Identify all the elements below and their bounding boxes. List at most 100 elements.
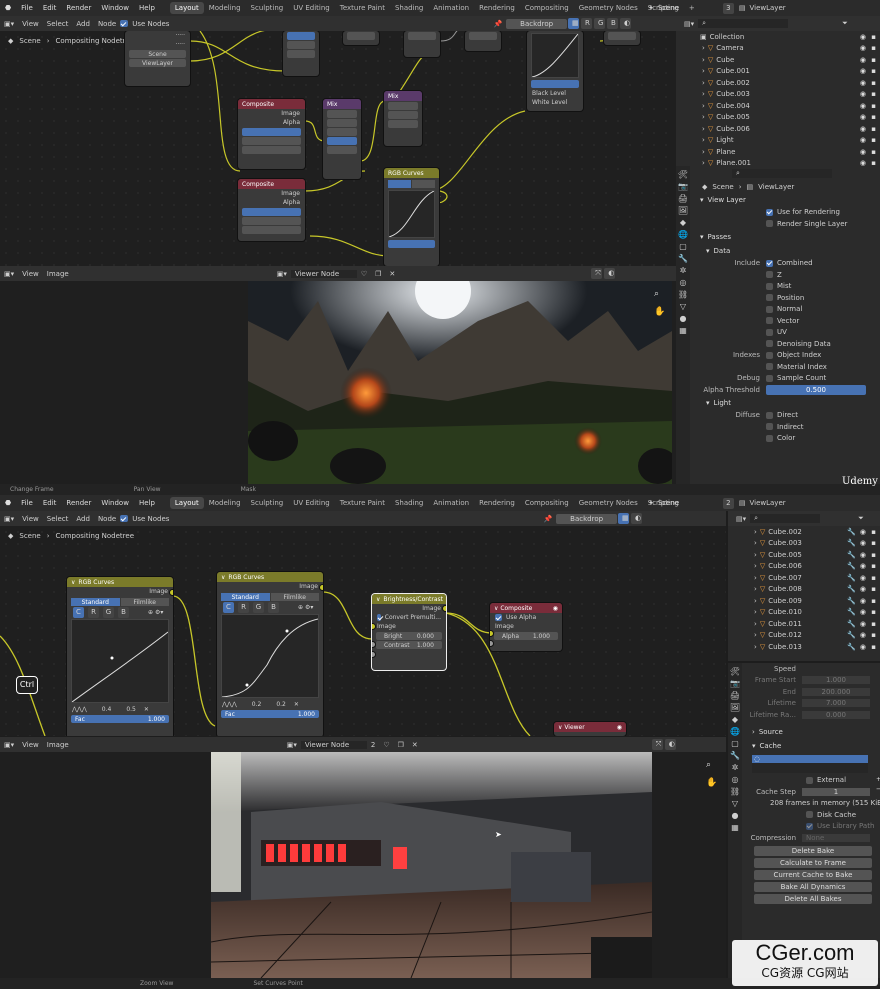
camera-icon[interactable]: ▪ bbox=[871, 574, 876, 582]
new-image-icon[interactable]: ❐ bbox=[371, 270, 385, 278]
backdrop-button[interactable]: Backdrop bbox=[506, 18, 568, 29]
eye-icon[interactable]: ◉ bbox=[860, 79, 866, 87]
mix-node-6[interactable]: Mix bbox=[323, 99, 361, 179]
channel-c[interactable]: C bbox=[223, 602, 234, 613]
channel-c[interactable]: C bbox=[73, 607, 84, 618]
delete-point-icon[interactable]: ✕ bbox=[144, 706, 149, 713]
outliner-row[interactable]: › ▽ Cube ◉ ▪ bbox=[676, 54, 880, 66]
eye-icon[interactable]: ◉ bbox=[860, 631, 866, 639]
channel-g[interactable]: G bbox=[103, 607, 114, 618]
eye-icon[interactable]: ◉ bbox=[860, 136, 866, 144]
physics-tab-icon[interactable]: ◎ bbox=[680, 278, 687, 287]
bright-socket[interactable] bbox=[372, 642, 375, 647]
eye-icon[interactable]: ◉ bbox=[860, 56, 866, 64]
mix-node-3[interactable] bbox=[404, 31, 440, 57]
menu-window[interactable]: Window bbox=[96, 4, 134, 12]
image-menu-image[interactable]: Image bbox=[43, 741, 73, 749]
include-checkbox[interactable] bbox=[766, 294, 773, 302]
tab-compositing[interactable]: Compositing bbox=[520, 2, 574, 14]
expand-chevron-icon[interactable]: › bbox=[702, 44, 705, 52]
curve-graph-2[interactable] bbox=[221, 614, 319, 698]
scene-name[interactable]: Scene bbox=[658, 499, 718, 507]
contrast-socket[interactable] bbox=[372, 652, 375, 657]
data-tab-icon[interactable]: ▽ bbox=[680, 302, 686, 311]
output-tab-icon[interactable]: 🖨 bbox=[730, 691, 740, 700]
tab-texture-paint[interactable]: Texture Paint bbox=[335, 2, 390, 14]
material-tab-icon[interactable]: ● bbox=[680, 314, 687, 323]
standard-button[interactable]: Standard bbox=[71, 598, 120, 606]
camera-icon[interactable]: ▪ bbox=[871, 56, 876, 64]
camera-icon[interactable]: ▪ bbox=[871, 620, 876, 628]
section-view-layer[interactable]: ▾ View Layer bbox=[692, 193, 880, 207]
tab-geometry-nodes[interactable]: Geometry Nodes bbox=[574, 497, 643, 509]
menu-render[interactable]: Render bbox=[61, 499, 96, 507]
expand-chevron-icon[interactable]: › bbox=[754, 597, 757, 605]
image-browse-icon[interactable]: ▣▾ bbox=[283, 741, 301, 749]
menu-file[interactable]: File bbox=[16, 4, 38, 12]
node-menu-view[interactable]: View bbox=[18, 515, 43, 523]
convert-premul-checkbox[interactable] bbox=[377, 614, 381, 621]
tab-uv-editing[interactable]: UV Editing bbox=[288, 2, 335, 14]
viewer-node-field[interactable]: Viewer Node bbox=[300, 740, 367, 749]
camera-icon[interactable]: ▪ bbox=[871, 67, 876, 75]
eye-icon[interactable]: ◉ bbox=[860, 643, 866, 651]
include-checkbox[interactable] bbox=[766, 282, 773, 290]
menu-window[interactable]: Window bbox=[96, 499, 134, 507]
rgb-curves-node-1[interactable]: ∨ RGB Curves Image Standard Filmlike C R G… bbox=[67, 577, 173, 736]
include-checkbox[interactable] bbox=[766, 317, 773, 325]
channel-r[interactable]: R bbox=[88, 607, 99, 618]
mix-node-1[interactable] bbox=[283, 31, 319, 76]
composite-node-a[interactable]: Composite Image Alpha bbox=[238, 99, 305, 169]
overlay-icon[interactable]: ◐ bbox=[631, 513, 643, 524]
mix-node-4[interactable] bbox=[465, 31, 501, 51]
tool-tab-icon[interactable]: 🛠 bbox=[730, 667, 740, 676]
output-socket[interactable] bbox=[443, 606, 446, 611]
outliner-type-icon[interactable]: ▤▾ bbox=[680, 20, 698, 28]
bake-button[interactable]: Current Cache to Bake bbox=[754, 869, 872, 880]
gizmo-icon[interactable]: ⤧ bbox=[651, 739, 663, 750]
data-tab-icon[interactable]: ▽ bbox=[732, 799, 738, 808]
tab-animation[interactable]: Animation bbox=[428, 497, 474, 509]
expand-chevron-icon[interactable]: › bbox=[754, 528, 757, 536]
output-socket[interactable] bbox=[170, 590, 173, 595]
section-source[interactable]: › Source bbox=[744, 725, 880, 739]
camera-icon[interactable]: ▪ bbox=[871, 136, 876, 144]
object-index-checkbox[interactable] bbox=[766, 351, 773, 359]
layer-field[interactable]: ViewLayer bbox=[129, 59, 186, 67]
expand-chevron-icon[interactable]: › bbox=[754, 551, 757, 559]
include-checkbox[interactable] bbox=[766, 328, 773, 336]
scene-tab-icon[interactable]: ◆ bbox=[680, 218, 686, 227]
overlay-icon[interactable]: ◐ bbox=[664, 739, 676, 750]
expand-chevron-icon[interactable]: › bbox=[702, 79, 705, 87]
outliner-row-collection[interactable]: ▣ Collection ◉ ▪ bbox=[676, 31, 880, 43]
outliner-row[interactable]: › ▽ Cube.002 ◉ ▪ bbox=[676, 77, 880, 89]
node-menu-view[interactable]: View bbox=[18, 20, 43, 28]
viewlayer-name[interactable]: ViewLayer bbox=[750, 4, 786, 12]
include-checkbox[interactable] bbox=[766, 271, 773, 279]
camera-icon[interactable]: ▪ bbox=[871, 597, 876, 605]
alpha-input-socket[interactable] bbox=[490, 641, 493, 646]
close-icon[interactable]: ✕ bbox=[385, 270, 399, 278]
expand-chevron-icon[interactable]: › bbox=[702, 56, 705, 64]
point-x-value[interactable]: 0.4 bbox=[102, 706, 112, 713]
include-checkbox[interactable] bbox=[766, 305, 773, 313]
viewlayer-tab-icon[interactable]: 🖼 bbox=[678, 206, 688, 215]
menu-edit[interactable]: Edit bbox=[38, 4, 62, 12]
image-editor-type-icon[interactable]: ▣▾ bbox=[0, 741, 18, 749]
tab-sculpting[interactable]: Sculpting bbox=[246, 2, 289, 14]
constraints-tab-icon[interactable]: ⛓ bbox=[678, 290, 688, 299]
menu-file[interactable]: File bbox=[16, 499, 38, 507]
collapse-chevron-icon[interactable]: ∨ bbox=[71, 579, 75, 586]
bottom-node-canvas[interactable]: ◆ Scene › Compositing Nodetree Ctrl ∨ RGB… bbox=[0, 526, 726, 736]
tab-geometry-nodes[interactable]: Geometry Nodes bbox=[574, 2, 643, 14]
channel-g[interactable]: G bbox=[253, 602, 264, 613]
eye-icon[interactable]: ◉ bbox=[860, 539, 866, 547]
tab-modeling[interactable]: Modeling bbox=[204, 2, 246, 14]
outliner-search[interactable]: ⌕ bbox=[698, 19, 789, 28]
section-cache[interactable]: ▾ Cache bbox=[744, 739, 880, 753]
overlay-icon[interactable]: ◐ bbox=[604, 268, 616, 279]
outliner-search[interactable]: ⌕ bbox=[750, 514, 821, 523]
remove-cache-icon[interactable]: − bbox=[876, 785, 880, 793]
outliner-type-icon[interactable]: ▤▾ bbox=[732, 515, 750, 523]
menu-render[interactable]: Render bbox=[61, 4, 96, 12]
